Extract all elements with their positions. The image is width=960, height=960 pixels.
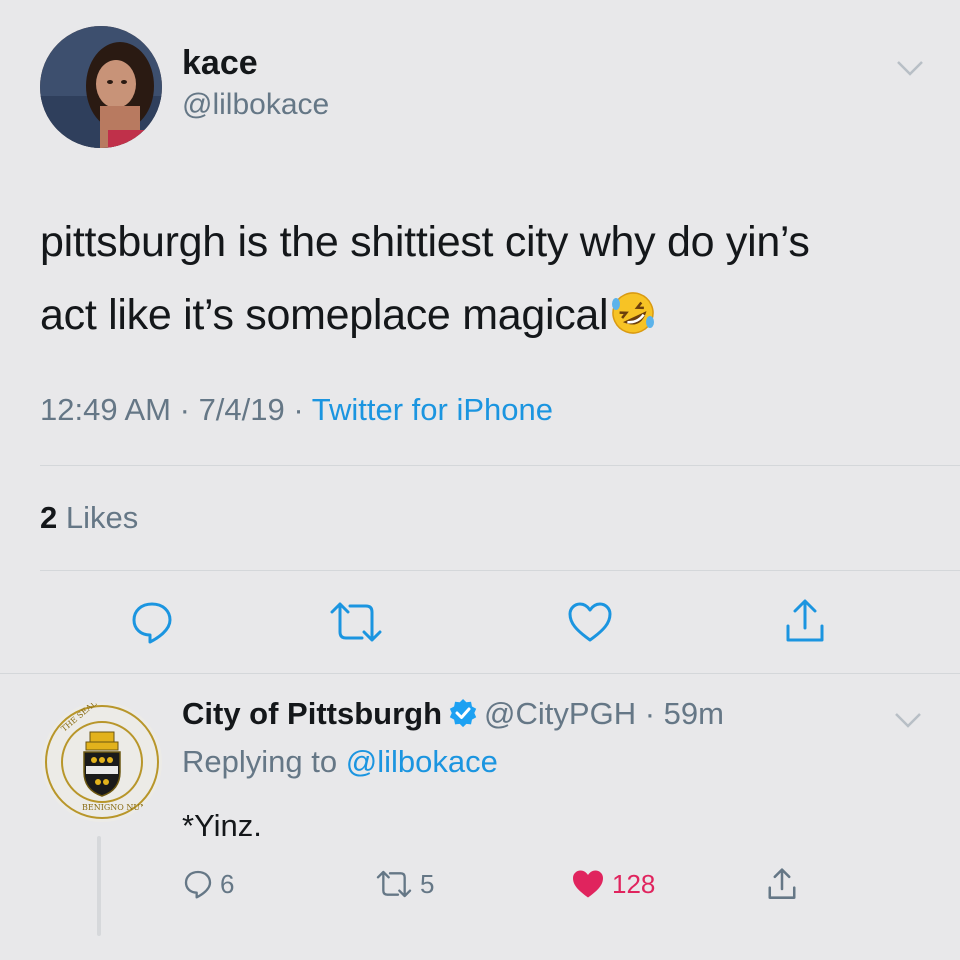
tweet-text: pittsburgh is the shittiest city why do … <box>40 206 920 352</box>
rolling-laughing-emoji-icon <box>612 291 655 334</box>
replying-to: Replying to @lilbokace <box>182 744 498 780</box>
heart-filled-icon <box>573 870 603 898</box>
retweet-count: 5 <box>420 868 435 899</box>
reply-text: *Yinz. <box>182 808 262 843</box>
city-seal-logo: THE SEAL OF THE CITY BENIGNO NUMINE <box>45 702 162 819</box>
tweet-meta: 12:49 AM · 7/4/19 · Twitter for iPhone <box>40 392 553 428</box>
reply-reply-button[interactable]: 6 <box>182 866 234 902</box>
reply-share-button[interactable] <box>764 866 806 902</box>
reply-icon[interactable] <box>128 598 176 646</box>
tweet-source-link[interactable]: Twitter for iPhone <box>312 392 553 427</box>
tweet-text-line-1: pittsburgh is the shittiest city why do … <box>40 218 810 266</box>
reply-header: City of Pittsburgh @CityPGH · 59m <box>182 696 724 732</box>
author-avatar[interactable] <box>40 26 162 148</box>
divider <box>0 673 960 674</box>
tweet-text-line-2: act like it’s someplace magical <box>40 279 920 352</box>
avatar-photo <box>40 26 162 148</box>
tweet-text-line-2-words: act like it’s someplace magical <box>40 291 609 339</box>
replying-prefix: Replying to <box>182 744 338 779</box>
reply-count: 6 <box>220 868 235 899</box>
meta-separator: · <box>293 392 304 427</box>
retweet-icon <box>376 870 412 898</box>
likes-stat[interactable]: 2 Likes <box>40 500 138 536</box>
svg-text:BENIGNO NUMINE: BENIGNO NUMINE <box>82 803 162 812</box>
reply-like-button[interactable]: 128 <box>570 866 655 902</box>
reply-icon <box>184 870 212 899</box>
author-handle[interactable]: @lilbokace <box>182 88 329 122</box>
reply-timestamp[interactable]: 59m <box>664 696 724 731</box>
chevron-down-icon[interactable] <box>895 58 925 78</box>
replying-mention-link[interactable]: @lilbokace <box>346 744 498 779</box>
author-display-name[interactable]: kace <box>182 44 258 83</box>
divider <box>40 465 960 466</box>
chevron-down-icon[interactable] <box>893 710 923 730</box>
thread-connector-line <box>97 836 101 936</box>
retweet-icon[interactable] <box>326 600 386 644</box>
like-count: 128 <box>612 868 656 899</box>
reply-separator: · <box>644 696 656 731</box>
reply-handle[interactable]: @CityPGH <box>484 696 636 731</box>
heart-icon[interactable] <box>566 600 614 644</box>
reply-retweet-button[interactable]: 5 <box>374 866 434 902</box>
reply-author-avatar[interactable]: THE SEAL OF THE CITY BENIGNO NUMINE <box>42 702 162 822</box>
likes-label: Likes <box>65 500 139 535</box>
meta-separator: · <box>179 392 190 427</box>
share-icon <box>768 868 796 899</box>
likes-count: 2 <box>40 500 58 535</box>
tweet-time[interactable]: 12:49 AM <box>40 392 171 427</box>
tweet-date[interactable]: 7/4/19 <box>199 392 285 427</box>
divider <box>40 570 960 571</box>
share-icon[interactable] <box>780 596 830 646</box>
verified-badge-icon <box>449 698 477 727</box>
reply-display-name[interactable]: City of Pittsburgh <box>182 696 442 731</box>
